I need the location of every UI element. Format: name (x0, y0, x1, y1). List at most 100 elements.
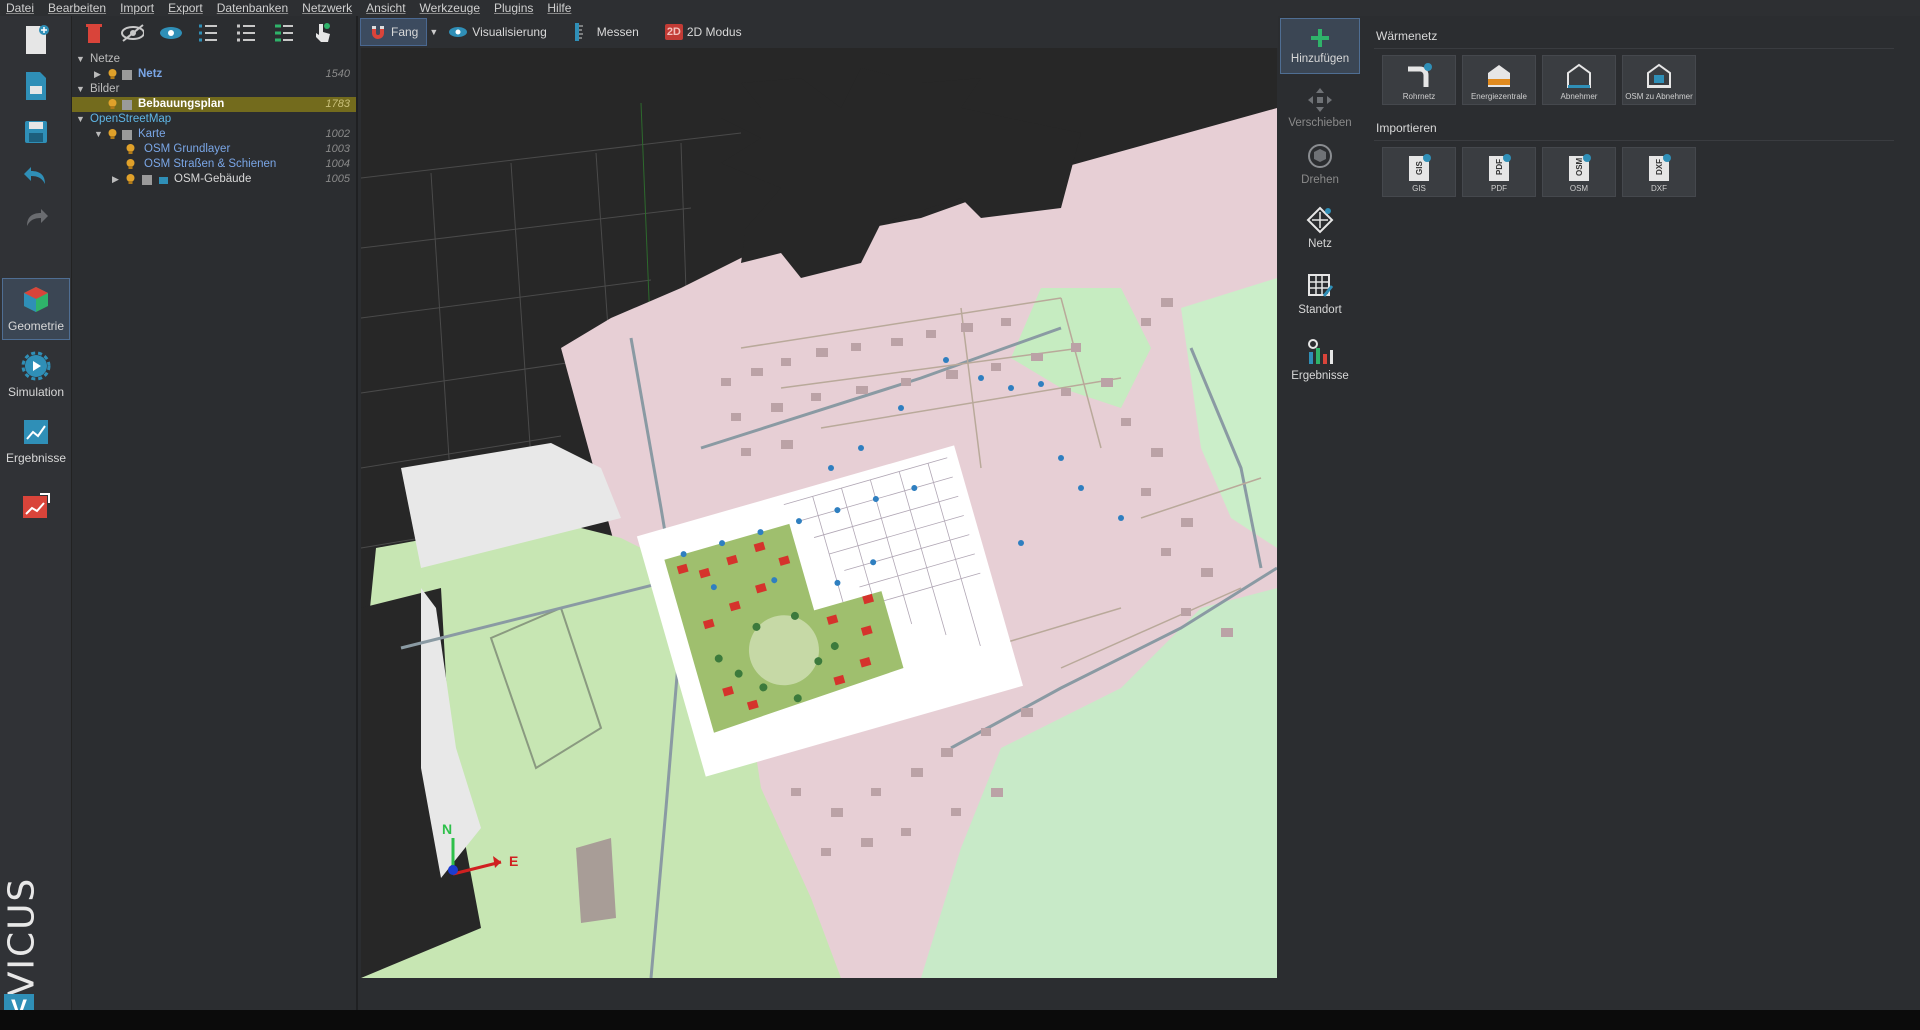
menu-datei[interactable]: Datei (6, 1, 34, 15)
mode-ergebnisse[interactable]: Ergebnisse (2, 410, 70, 472)
color-swatch (142, 175, 152, 185)
snap-options-dropdown[interactable]: ▼ (427, 18, 440, 46)
show-button[interactable] (158, 21, 182, 45)
section-title-waermenetz: Wärmenetz (1376, 29, 1438, 43)
menu-plugins[interactable]: Plugins (494, 1, 533, 15)
menu-werkzeuge[interactable]: Werkzeuge (420, 1, 480, 15)
hide-button[interactable] (120, 21, 144, 45)
up-axis-dot (448, 865, 458, 875)
bulb-icon[interactable] (108, 69, 117, 79)
network-button[interactable]: Netz (1280, 200, 1360, 256)
export-results-button[interactable] (8, 486, 64, 526)
open-file-button[interactable] (8, 66, 64, 106)
left-toolbar: Geometrie Simulation Ergebnisse VICUS V (0, 16, 72, 1024)
tree-row-grundlayer[interactable]: OSM Grundlayer 1003 (72, 142, 356, 157)
delete-button[interactable] (82, 21, 106, 45)
tree-label-netz: Netz (138, 68, 163, 80)
location-grid-icon (1308, 274, 1334, 297)
bulb-icon[interactable] (126, 144, 135, 154)
menu-netzwerk[interactable]: Netzwerk (302, 1, 352, 15)
3d-viewport[interactable]: N E (361, 48, 1277, 978)
tree-row-bilder[interactable]: ▼ Bilder (72, 82, 356, 97)
bulb-icon[interactable] (108, 99, 117, 109)
expand-icon[interactable]: ▼ (76, 82, 85, 97)
mode-geometrie-label: Geometrie (7, 319, 65, 333)
north-label: N (442, 821, 452, 837)
tree-id-netz: 1540 (325, 68, 350, 80)
object-tree-panel: ▼ Netze ▶ Netz 1540 ▼ Bilder Bebauungspl… (72, 16, 358, 1010)
map-scene[interactable]: N E (361, 48, 1277, 978)
collapse-icon[interactable]: ▶ (94, 67, 101, 82)
tile-energiezentrale[interactable]: Energiezentrale (1462, 55, 1536, 105)
tile-import-pdf[interactable]: PDF PDF (1462, 147, 1536, 197)
2d-mode-button[interactable]: 2D 2D Modus (657, 18, 750, 46)
expand-icon[interactable]: ▼ (94, 127, 103, 142)
menu-export[interactable]: Export (168, 1, 203, 15)
open-file-icon (26, 72, 46, 100)
menu-hilfe[interactable]: Hilfe (547, 1, 571, 15)
mode-simulation[interactable]: Simulation (2, 344, 70, 406)
expand-list-button[interactable] (196, 21, 220, 45)
save-button[interactable] (8, 112, 64, 152)
osm-file-icon: OSM (1569, 154, 1591, 181)
2d-mode-icon: 2D (664, 24, 683, 40)
tile-import-osm-label: OSM (1569, 184, 1589, 193)
undo-button[interactable] (8, 156, 64, 196)
tree-row-netz[interactable]: ▶ Netz 1540 (72, 67, 356, 82)
rotate-button[interactable]: Drehen (1280, 136, 1360, 192)
menu-datenbanken[interactable]: Datenbanken (217, 1, 288, 15)
visualization-label: Visualisierung (472, 25, 547, 39)
tree-row-bebauungsplan[interactable]: Bebauungsplan 1783 (72, 97, 356, 112)
trash-icon (86, 24, 102, 43)
bulb-icon[interactable] (126, 159, 135, 169)
tile-rohrnetz[interactable]: Rohrnetz (1382, 55, 1456, 105)
tree-id-strassen: 1004 (325, 158, 350, 170)
color-swatch (122, 100, 132, 110)
redo-button[interactable] (8, 198, 64, 238)
tree-row-gebaeude[interactable]: ▶ OSM-Gebäude 1005 (72, 172, 356, 187)
tile-osm-zu-abnehmer[interactable]: OSM zu Abnehmer (1622, 55, 1696, 105)
expand-icon[interactable]: ▼ (76, 112, 85, 127)
tile-abnehmer[interactable]: Abnehmer (1542, 55, 1616, 105)
export-chart-icon (23, 493, 50, 518)
tile-import-gis[interactable]: GIS GIS (1382, 147, 1456, 197)
menu-import[interactable]: Import (120, 1, 154, 15)
bulb-icon[interactable] (126, 174, 135, 184)
snap-button[interactable]: Fang (360, 18, 428, 46)
measure-button[interactable]: Messen (565, 18, 647, 46)
bulb-icon[interactable] (108, 129, 117, 139)
move-button[interactable]: Verschieben (1280, 80, 1360, 136)
building-large (576, 838, 616, 923)
expand-icon[interactable]: ▼ (76, 52, 85, 67)
add-label: Hinzufügen (1290, 53, 1350, 65)
menu-ansicht[interactable]: Ansicht (366, 1, 405, 15)
location-button[interactable]: Standort (1280, 266, 1360, 322)
tree-row-karte[interactable]: ▼ Karte 1002 (72, 127, 356, 142)
tile-import-dxf[interactable]: DXF DXF (1622, 147, 1696, 197)
tile-import-dxf-label: DXF (1651, 184, 1667, 193)
tree-row-netze[interactable]: ▼ Netze (72, 52, 356, 67)
building-icon (159, 177, 168, 184)
list-view-button[interactable] (234, 21, 258, 45)
tile-import-osm[interactable]: OSM OSM (1542, 147, 1616, 197)
eye-icon (449, 27, 468, 37)
mode-geometrie[interactable]: Geometrie (2, 278, 70, 340)
menu-bearbeiten[interactable]: Bearbeiten (48, 1, 106, 15)
tree-row-strassen[interactable]: OSM Straßen & Schienen 1004 (72, 157, 356, 172)
visualization-button[interactable]: Visualisierung (440, 18, 555, 46)
ruler-icon (574, 23, 583, 41)
select-button[interactable] (310, 21, 334, 45)
energy-center-icon (1488, 65, 1510, 87)
results-button[interactable]: Ergebnisse (1280, 332, 1360, 388)
add-button[interactable]: Hinzufügen (1280, 18, 1360, 74)
2d-mode-label: 2D Modus (686, 25, 742, 39)
new-file-button[interactable] (8, 20, 64, 60)
collapse-list-button[interactable] (272, 21, 296, 45)
mode-simulation-label: Simulation (7, 385, 65, 399)
save-icon (25, 121, 47, 143)
magnet-icon (372, 26, 384, 39)
pdf-file-icon: PDF (1489, 154, 1511, 181)
tree-row-openstreetmap[interactable]: ▼ OpenStreetMap (72, 112, 356, 127)
collapse-icon[interactable]: ▶ (112, 172, 119, 187)
mode-ergebnisse-label: Ergebnisse (5, 451, 67, 465)
